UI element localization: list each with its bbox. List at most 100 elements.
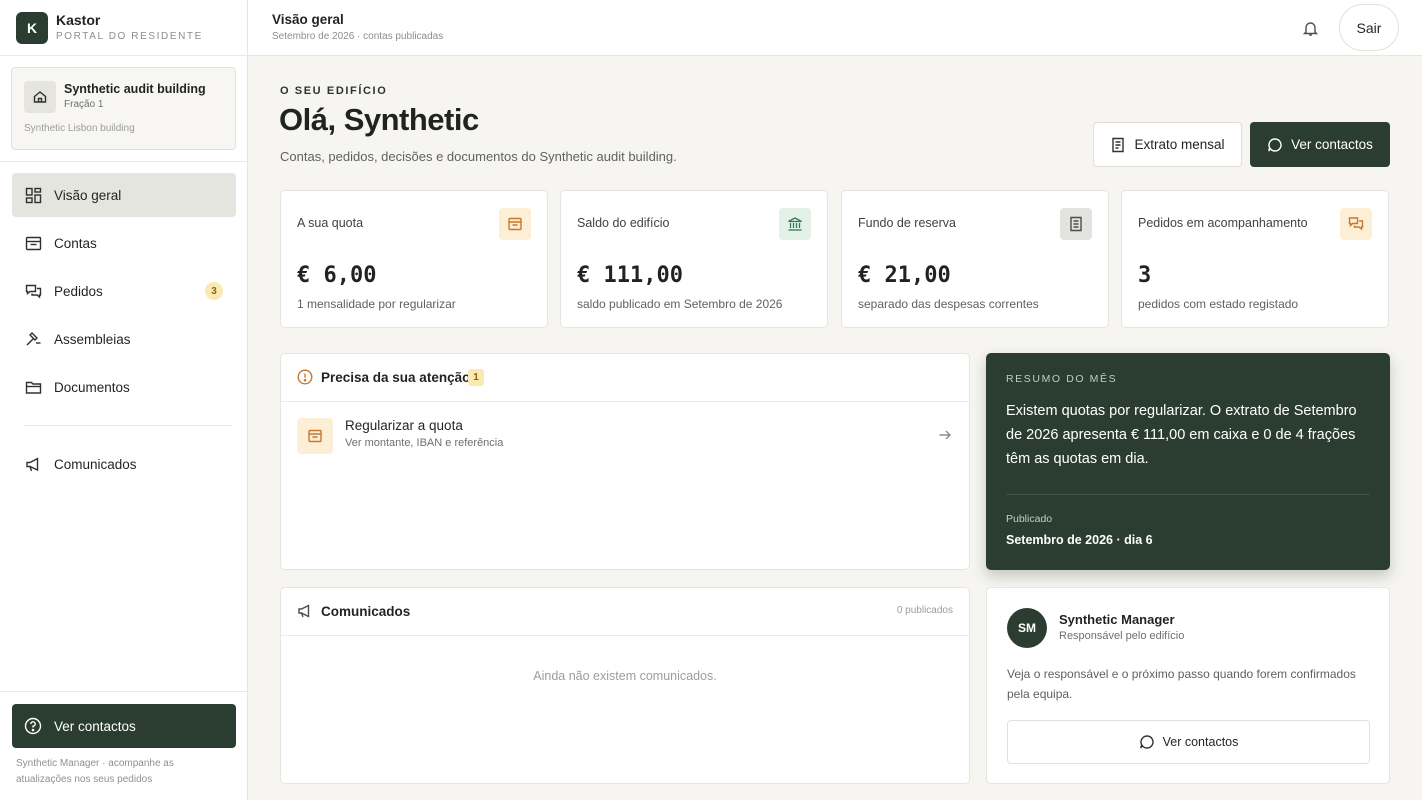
grid-icon xyxy=(24,186,42,204)
sidebar-item-label: Visão geral xyxy=(54,187,122,203)
sidebar-divider xyxy=(0,161,247,162)
sidebar-item-comunicados[interactable]: Comunicados xyxy=(12,442,236,486)
summary-published-value: Setembro de 2026 · dia 6 xyxy=(1006,533,1153,547)
manager-contacts-label: Ver contactos xyxy=(1162,735,1239,749)
building-card[interactable]: Synthetic audit building Fração 1 Synthe… xyxy=(11,67,236,150)
chat-icon xyxy=(24,282,42,300)
sidebar-item-label: Pedidos xyxy=(54,283,103,299)
sidebar-contacts-button[interactable]: Ver contactos xyxy=(12,704,236,748)
stat-label: Saldo do edifício xyxy=(577,216,670,230)
sidebar-divider xyxy=(0,691,247,692)
document-icon xyxy=(1060,208,1092,240)
bank-icon xyxy=(779,208,811,240)
home-icon xyxy=(24,81,56,113)
stat-value: € 6,00 xyxy=(297,263,377,288)
chat-icon xyxy=(1340,208,1372,240)
building-note: Synthetic Lisbon building xyxy=(24,123,135,134)
attention-panel: Precisa da sua atenção 1 Regularizar a q… xyxy=(280,353,970,570)
sidebar-item-documentos[interactable]: Documentos xyxy=(12,365,236,409)
announcements-empty-state: Ainda não existem comunicados. xyxy=(533,669,717,683)
stat-card-quota[interactable]: A sua quota € 6,00 1 mensalidade por reg… xyxy=(280,190,548,328)
greeting-subtitle: Contas, pedidos, decisões e documentos d… xyxy=(280,149,677,164)
sidebar: K Kastor PORTAL DO RESIDENTE Synthetic a… xyxy=(0,0,248,800)
announcements-panel: Comunicados 0 publicados Ainda não exist… xyxy=(280,587,970,784)
avatar: SM xyxy=(1007,608,1047,648)
stat-label: A sua quota xyxy=(297,216,364,230)
sidebar-item-label: Assembleias xyxy=(54,331,131,347)
stat-note: pedidos com estado registado xyxy=(1138,297,1299,311)
announcements-header: Comunicados 0 publicados xyxy=(281,588,969,636)
stat-value: € 111,00 xyxy=(577,263,683,288)
manager-description: Veja o responsável e o próximo passo qua… xyxy=(1007,667,1356,701)
brand-name: Kastor xyxy=(56,12,101,28)
stat-note: 1 mensalidade por regularizar xyxy=(297,297,456,311)
task-title: Regularizar a quota xyxy=(345,418,463,433)
monthly-summary-card: RESUMO DO MÊS Existem quotas por regular… xyxy=(986,353,1390,570)
page-title: Visão geral xyxy=(272,12,344,27)
sidebar-item-pedidos[interactable]: Pedidos 3 xyxy=(12,269,236,313)
bell-icon[interactable] xyxy=(1300,18,1320,38)
sidebar-item-label: Contas xyxy=(54,235,97,251)
stat-note: separado das despesas correntes xyxy=(858,297,1039,311)
announcements-count: 0 publicados xyxy=(896,605,953,616)
monthly-statement-button[interactable]: Extrato mensal xyxy=(1093,122,1242,167)
stat-label: Fundo de reserva xyxy=(858,216,956,230)
stat-card-requests[interactable]: Pedidos em acompanhamento 3 pedidos com … xyxy=(1121,190,1389,328)
summary-text: Existem quotas por regularizar. O extrat… xyxy=(1006,403,1357,467)
pedidos-count-badge: 3 xyxy=(205,282,223,300)
page-subtitle: Setembro de 2026 · contas publicadas xyxy=(272,31,444,42)
task-regularize-quota[interactable]: Regularizar a quota Ver montante, IBAN e… xyxy=(297,416,953,456)
sidebar-item-assembleias[interactable]: Assembleias xyxy=(12,317,236,361)
summary-published-label: Publicado xyxy=(1006,513,1053,525)
stat-value: 3 xyxy=(1138,263,1152,288)
chat-bubble-icon xyxy=(1267,137,1283,153)
alert-icon xyxy=(297,369,313,385)
sidebar-footer-note: Synthetic Manager · acompanhe as atualiz… xyxy=(16,758,174,785)
folder-icon xyxy=(24,378,42,396)
brand-subtitle: PORTAL DO RESIDENTE xyxy=(56,31,203,42)
wallet-icon xyxy=(24,234,42,252)
summary-eyebrow: RESUMO DO MÊS xyxy=(1006,373,1118,385)
stat-note: saldo publicado em Setembro de 2026 xyxy=(577,297,783,311)
sidebar-item-label: Comunicados xyxy=(54,456,137,472)
sidebar-contacts-label: Ver contactos xyxy=(54,718,136,734)
monthly-statement-label: Extrato mensal xyxy=(1134,137,1225,152)
topbar: Visão geral Setembro de 2026 · contas pu… xyxy=(248,0,1422,56)
nav-divider xyxy=(24,425,232,426)
summary-divider xyxy=(1006,494,1370,495)
section-eyebrow: O SEU EDIFÍCIO xyxy=(280,85,388,97)
manager-name: Synthetic Manager xyxy=(1059,612,1175,627)
help-circle-icon xyxy=(24,717,42,735)
logout-button[interactable]: Sair xyxy=(1339,4,1399,51)
greeting-heading: Olá, Synthetic xyxy=(279,102,479,137)
sidebar-item-label: Documentos xyxy=(54,379,130,395)
stat-card-reserve-fund[interactable]: Fundo de reserva € 21,00 separado das de… xyxy=(841,190,1109,328)
view-contacts-button[interactable]: Ver contactos xyxy=(1250,122,1390,167)
task-subtitle: Ver montante, IBAN e referência xyxy=(345,437,504,449)
manager-card: SM Synthetic Manager Responsável pelo ed… xyxy=(986,587,1390,784)
receipt-icon xyxy=(1110,137,1126,153)
sidebar-divider xyxy=(0,55,247,56)
wallet-icon xyxy=(297,418,333,454)
megaphone-icon xyxy=(24,455,42,473)
building-unit: Fração 1 xyxy=(64,99,104,110)
attention-header: Precisa da sua atenção 1 xyxy=(281,354,969,402)
brand[interactable]: K Kastor PORTAL DO RESIDENTE xyxy=(16,12,203,44)
gavel-icon xyxy=(24,330,42,348)
announcements-title: Comunicados xyxy=(321,604,411,619)
wallet-icon xyxy=(499,208,531,240)
brand-logo: K xyxy=(16,12,48,44)
stat-card-building-balance[interactable]: Saldo do edifício € 111,00 saldo publica… xyxy=(560,190,828,328)
stat-value: € 21,00 xyxy=(858,263,951,288)
sidebar-item-contas[interactable]: Contas xyxy=(12,221,236,265)
megaphone-icon xyxy=(297,603,313,619)
chat-bubble-icon xyxy=(1139,734,1155,750)
arrow-right-icon xyxy=(937,427,953,443)
sidebar-item-visao-geral[interactable]: Visão geral xyxy=(12,173,236,217)
manager-role: Responsável pelo edifício xyxy=(1059,630,1185,642)
attention-count-badge: 1 xyxy=(468,369,484,386)
attention-title: Precisa da sua atenção xyxy=(321,370,471,385)
building-name: Synthetic audit building xyxy=(64,82,206,96)
manager-contacts-button[interactable]: Ver contactos xyxy=(1007,720,1370,764)
stat-label: Pedidos em acompanhamento xyxy=(1138,216,1308,230)
